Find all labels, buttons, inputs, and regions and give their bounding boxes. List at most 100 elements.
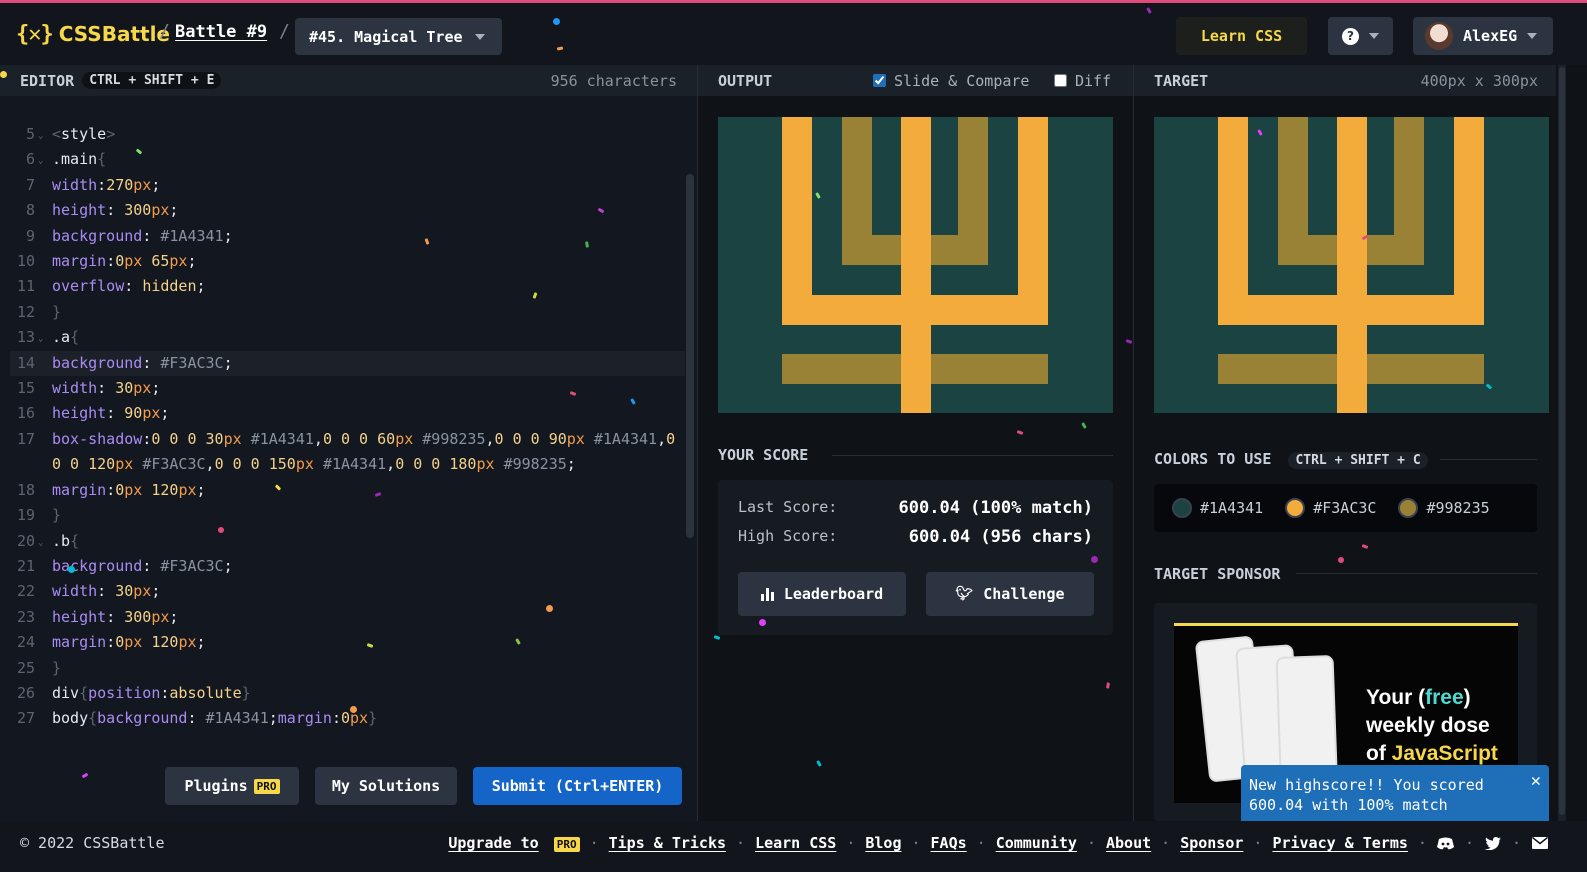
footer-link-sponsor[interactable]: Sponsor: [1180, 834, 1243, 852]
leaderboard-button[interactable]: Leaderboard: [738, 572, 906, 616]
copyright: © 2022 CSSBattle: [20, 834, 165, 852]
code-line: 13 ⌄ .a{: [16, 328, 80, 347]
code-line: 23 height: 300px;: [16, 607, 179, 626]
code-lines[interactable]: 5 ⌄ <style> 6 ⌄ .main{ 7 width:270px; 8 height…: [10, 122, 685, 732]
target-select[interactable]: #45. Magical Tree: [295, 18, 502, 55]
divider: [832, 455, 1113, 456]
user-menu-button[interactable]: AlexEG: [1413, 17, 1553, 55]
chevron-down-icon: [1527, 33, 1538, 39]
confetti-piece: [1016, 430, 1024, 435]
confetti-piece: [1338, 557, 1344, 563]
twitter-icon[interactable]: [1484, 835, 1502, 851]
help-menu-button[interactable]: ?: [1328, 17, 1393, 55]
learn-css-button[interactable]: Learn CSS: [1176, 17, 1307, 55]
twitter-icon: 🐦︎: [955, 586, 974, 602]
pro-badge: PRO: [553, 837, 580, 852]
code-line: 8 height: 300px;: [25, 201, 179, 220]
footer-link-about[interactable]: About: [1106, 834, 1151, 852]
close-icon[interactable]: ✕: [1531, 771, 1541, 791]
logo[interactable]: {✕} CSSBattle: [16, 19, 170, 49]
code-line: 21 background: #F3AC3C;: [16, 556, 233, 575]
target-size: 400px x 300px: [1420, 71, 1538, 90]
editor-shortcut: CTRL + SHIFT + E: [82, 72, 222, 89]
code-line: 7 width:270px;: [25, 175, 161, 194]
code-line: 18 margin:0px 120px;: [16, 480, 206, 499]
page-scrollbar[interactable]: [1558, 65, 1566, 821]
user-name: AlexEG: [1463, 27, 1518, 45]
footer-link-tips[interactable]: Tips & Tricks: [609, 834, 726, 852]
score-title: YOUR SCORE: [718, 446, 809, 464]
code-line: 10 margin:0px 65px;: [16, 252, 197, 271]
confetti-piece: [350, 706, 357, 713]
colors-title-text: COLORS TO USE: [1154, 450, 1272, 468]
code-line: 11 overflow: hidden;: [16, 277, 206, 296]
output-title: OUTPUT: [718, 71, 773, 90]
output-canvas[interactable]: [718, 117, 1113, 413]
color-swatch-item[interactable]: #1A4341: [1172, 498, 1263, 518]
code-editor[interactable]: 5 ⌄ <style> 6 ⌄ .main{ 7 width:270px; 8 height…: [0, 96, 697, 821]
toast-message: New highscore!! You scored 600.04 with 1…: [1249, 776, 1484, 814]
upgrade-label: Upgrade to: [448, 834, 539, 852]
colors-shortcut: CTRL + SHIFT + C: [1288, 452, 1428, 469]
footer-link-faqs[interactable]: FAQs: [931, 834, 967, 852]
app-header: {✕} CSSBattle / Battle #9 / #45. Magical…: [0, 3, 1587, 65]
code-line: 5 ⌄ <style>: [25, 125, 116, 143]
high-score-label: High Score:: [738, 527, 838, 545]
diff-checkbox[interactable]: [1054, 74, 1067, 87]
confetti-piece: [553, 18, 560, 25]
sponsor-headline: Your (free) weekly dose of JavaScript: [1366, 686, 1498, 765]
slide-compare-label: Slide & Compare: [894, 71, 1030, 90]
logo-mark: {✕}: [16, 21, 54, 47]
divider: [1440, 459, 1537, 460]
last-score-value: 600.04 (100% match): [898, 498, 1093, 518]
breadcrumb-battle-link[interactable]: Battle #9: [175, 22, 267, 42]
char-count: 956 characters: [550, 71, 677, 90]
bar-chart-icon: [760, 587, 774, 601]
footer-link-community[interactable]: Community: [996, 834, 1077, 852]
diff-label: Diff: [1075, 71, 1112, 90]
pro-badge: PRO: [253, 778, 280, 794]
color-hex: #1A4341: [1200, 499, 1264, 517]
confetti-piece: [218, 527, 224, 533]
footer: © 2022 CSSBattle Upgrade to PRO · Tips &…: [0, 821, 1587, 872]
page-scrollbar-thumb[interactable]: [1559, 67, 1565, 815]
colors-title: COLORS TO USE CTRL + SHIFT + C: [1154, 450, 1428, 469]
help-icon: ?: [1342, 27, 1359, 45]
discord-icon[interactable]: [1437, 835, 1455, 851]
sponsor-title: TARGET SPONSOR: [1154, 565, 1281, 583]
confetti-piece: [759, 619, 766, 626]
my-solutions-button[interactable]: My Solutions: [315, 767, 457, 805]
code-line: 15 width: 30px;: [16, 379, 161, 398]
confetti-piece: [1106, 682, 1110, 689]
high-score-value: 600.04 (956 chars): [908, 527, 1093, 547]
mail-icon[interactable]: [1531, 835, 1549, 851]
code-line: 22 width: 30px;: [16, 582, 161, 601]
plugins-button[interactable]: Plugins PRO: [165, 767, 299, 805]
last-score-row: Last Score: 600.04 (100% match): [738, 498, 1093, 518]
editor-scrollbar[interactable]: [686, 174, 694, 538]
confetti-piece: [713, 635, 721, 640]
chevron-down-icon: [1369, 33, 1379, 39]
footer-link-blog[interactable]: Blog: [865, 834, 901, 852]
challenge-button[interactable]: 🐦︎ Challenge: [926, 572, 1094, 616]
footer-link-privacy[interactable]: Privacy & Terms: [1272, 834, 1407, 852]
leaderboard-label: Leaderboard: [783, 585, 884, 603]
color-swatch-item[interactable]: #F3AC3C: [1285, 498, 1376, 518]
code-line: 17 box-shadow:0 0 0 30px #1A4341,0 0 0 60…: [16, 429, 685, 474]
confetti-piece: [1361, 544, 1369, 549]
output-divider: [1133, 65, 1134, 821]
colors-palette: #1A4341 #F3AC3C #998235: [1154, 484, 1537, 532]
submit-button[interactable]: Submit (Ctrl+ENTER): [473, 767, 682, 805]
footer-link-learn-css[interactable]: Learn CSS: [755, 834, 836, 852]
slide-compare-checkbox[interactable]: [873, 74, 886, 87]
plugins-label: Plugins: [184, 777, 248, 795]
confetti-piece: [546, 605, 553, 612]
color-swatch: [1285, 498, 1306, 518]
high-score-row: High Score: 600.04 (956 chars): [738, 527, 1093, 547]
color-swatch-item[interactable]: #998235: [1398, 498, 1490, 518]
code-line: 12}: [16, 302, 62, 321]
target-image: [1154, 117, 1549, 413]
upgrade-link[interactable]: Upgrade to PRO: [448, 834, 580, 852]
slide-compare-toggle[interactable]: Slide & Compare: [873, 72, 1029, 90]
diff-toggle[interactable]: Diff: [1054, 72, 1111, 90]
